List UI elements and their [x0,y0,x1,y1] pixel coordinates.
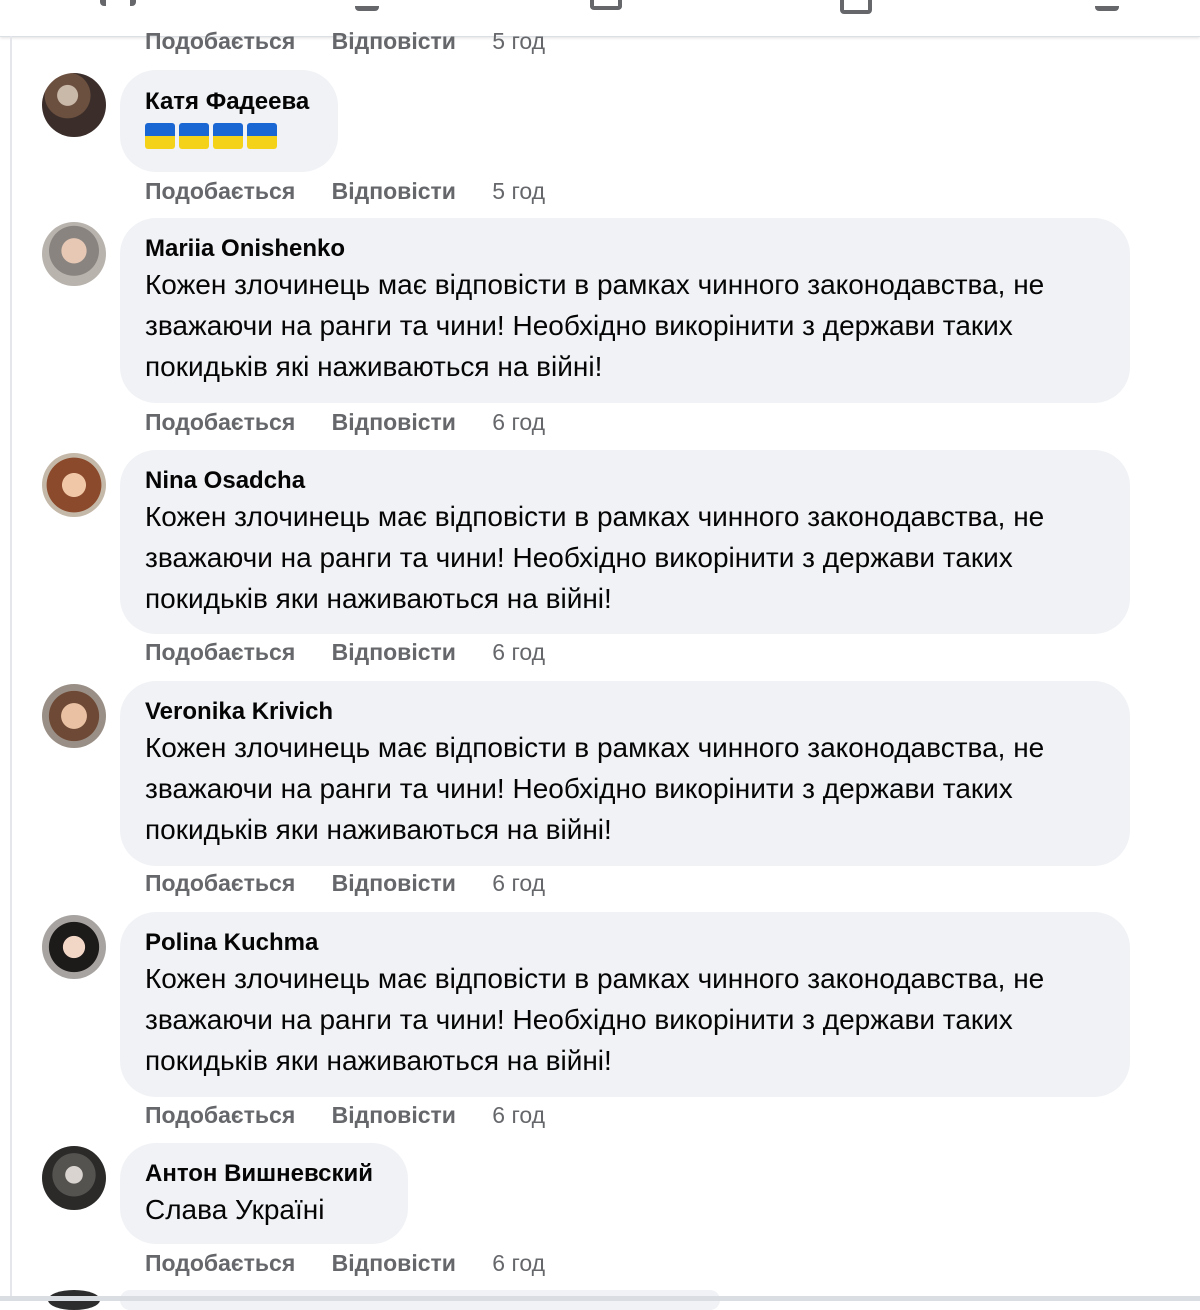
comment-emoji-row [145,123,312,149]
comment-timestamp[interactable]: 6 год [492,639,545,666]
comment-timestamp[interactable]: 6 год [492,1102,545,1129]
reply-button[interactable]: Відповісти [332,639,456,666]
reply-button[interactable]: Відповісти [332,1102,456,1129]
comment-actions: Подобається Відповісти 6 год [145,1102,545,1129]
ukraine-flag-icon [179,123,209,149]
comment-author[interactable]: Mariia Onishenko [145,234,1104,264]
comment-actions: Подобається Відповісти 5 год [145,178,545,205]
comment-bubble: Mariia Onishenko Кожен злочинець має від… [120,218,1130,403]
comment-actions: Подобається Відповісти 6 год [145,409,545,436]
comment-text: Кожен злочинець має відповісти в рамках … [145,732,1045,845]
divider [0,1296,1200,1301]
comment-text: Слава Україні [145,1194,325,1225]
comment-actions: Подобається Відповісти 5 год [145,28,545,55]
comment-bubble: Nina Osadcha Кожен злочинець має відпові… [120,450,1130,634]
comment-timestamp[interactable]: 6 год [492,1250,545,1277]
avatar[interactable] [42,1146,106,1210]
groups-icon[interactable] [840,0,872,14]
comment-author[interactable]: Veronika Krivich [145,697,1104,727]
video-icon[interactable] [355,0,379,11]
ukraine-flag-icon [145,123,175,149]
comment-timestamp[interactable]: 5 год [492,178,545,205]
avatar[interactable] [42,684,106,748]
like-button[interactable]: Подобається [145,409,295,436]
avatar[interactable] [42,222,106,286]
like-button[interactable]: Подобається [145,1102,295,1129]
like-button[interactable]: Подобається [145,870,295,897]
comment-author[interactable]: Polina Kuchma [145,928,1104,958]
comment-actions: Подобається Відповісти 6 год [145,639,545,666]
comment-bubble: Polina Kuchma Кожен злочинець має відпов… [120,912,1130,1097]
avatar[interactable] [42,915,106,979]
thread-line [10,36,12,1301]
reply-button[interactable]: Відповісти [332,409,456,436]
comment-bubble: Veronika Krivich Кожен злочинець має від… [120,681,1130,866]
reply-button[interactable]: Відповісти [332,1250,456,1277]
home-icon[interactable] [100,0,136,6]
ukraine-flag-icon [213,123,243,149]
comment-text: Кожен злочинець має відповісти в рамках … [145,963,1045,1076]
avatar[interactable] [42,453,106,517]
comment-actions: Подобається Відповісти 6 год [145,1250,545,1277]
gaming-icon[interactable] [1095,0,1119,11]
reply-button[interactable]: Відповісти [332,870,456,897]
like-button[interactable]: Подобається [145,639,295,666]
like-button[interactable]: Подобається [145,28,295,55]
reply-button[interactable]: Відповісти [332,178,456,205]
comment-actions: Подобається Відповісти 6 год [145,870,545,897]
comment-bubble: Катя Фадеева [120,70,338,172]
comment-author[interactable]: Nina Osadcha [145,466,1104,496]
comment-text: Кожен злочинець має відповісти в рамках … [145,269,1045,382]
comment-author[interactable]: Катя Фадеева [145,87,312,117]
comment-timestamp[interactable]: 6 год [492,870,545,897]
comment-text: Кожен злочинець має відповісти в рамках … [145,501,1045,614]
avatar[interactable] [42,73,106,137]
marketplace-icon[interactable] [590,0,622,10]
like-button[interactable]: Подобається [145,178,295,205]
comment-timestamp[interactable]: 6 год [492,409,545,436]
ukraine-flag-icon [247,123,277,149]
comment-timestamp[interactable]: 5 год [492,28,545,55]
reply-button[interactable]: Відповісти [332,28,456,55]
comment-author[interactable]: Антон Вишневский [145,1159,382,1189]
comment-bubble: Антон Вишневский Слава Україні [120,1143,408,1244]
like-button[interactable]: Подобається [145,1250,295,1277]
